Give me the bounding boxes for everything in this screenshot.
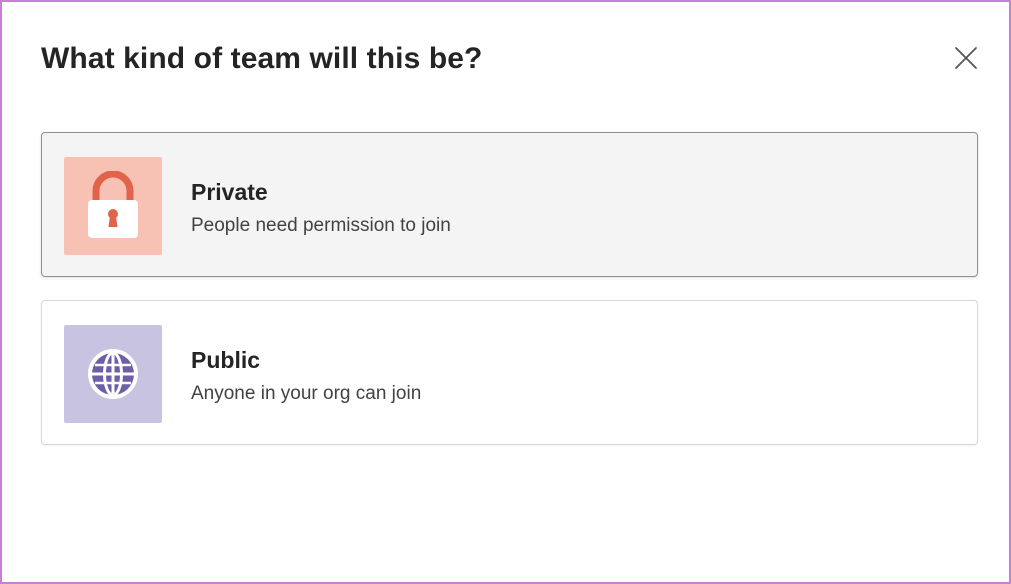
public-icon-tile — [64, 325, 162, 423]
dialog-title: What kind of team will this be? — [41, 42, 483, 75]
option-public-title: Public — [191, 347, 261, 373]
close-icon — [955, 47, 977, 69]
option-private-description: People need permission to join — [191, 215, 451, 236]
team-type-dialog: What kind of team will this be? Private … — [0, 0, 1011, 584]
lock-icon — [88, 171, 138, 238]
option-public[interactable]: Public Anyone in your org can join — [41, 300, 978, 445]
globe-icon — [88, 349, 138, 399]
private-icon-tile — [64, 157, 162, 255]
option-public-description: Anyone in your org can join — [191, 383, 422, 404]
close-button[interactable] — [952, 44, 980, 72]
option-private[interactable]: Private People need permission to join — [41, 132, 978, 277]
option-private-title: Private — [191, 179, 268, 205]
